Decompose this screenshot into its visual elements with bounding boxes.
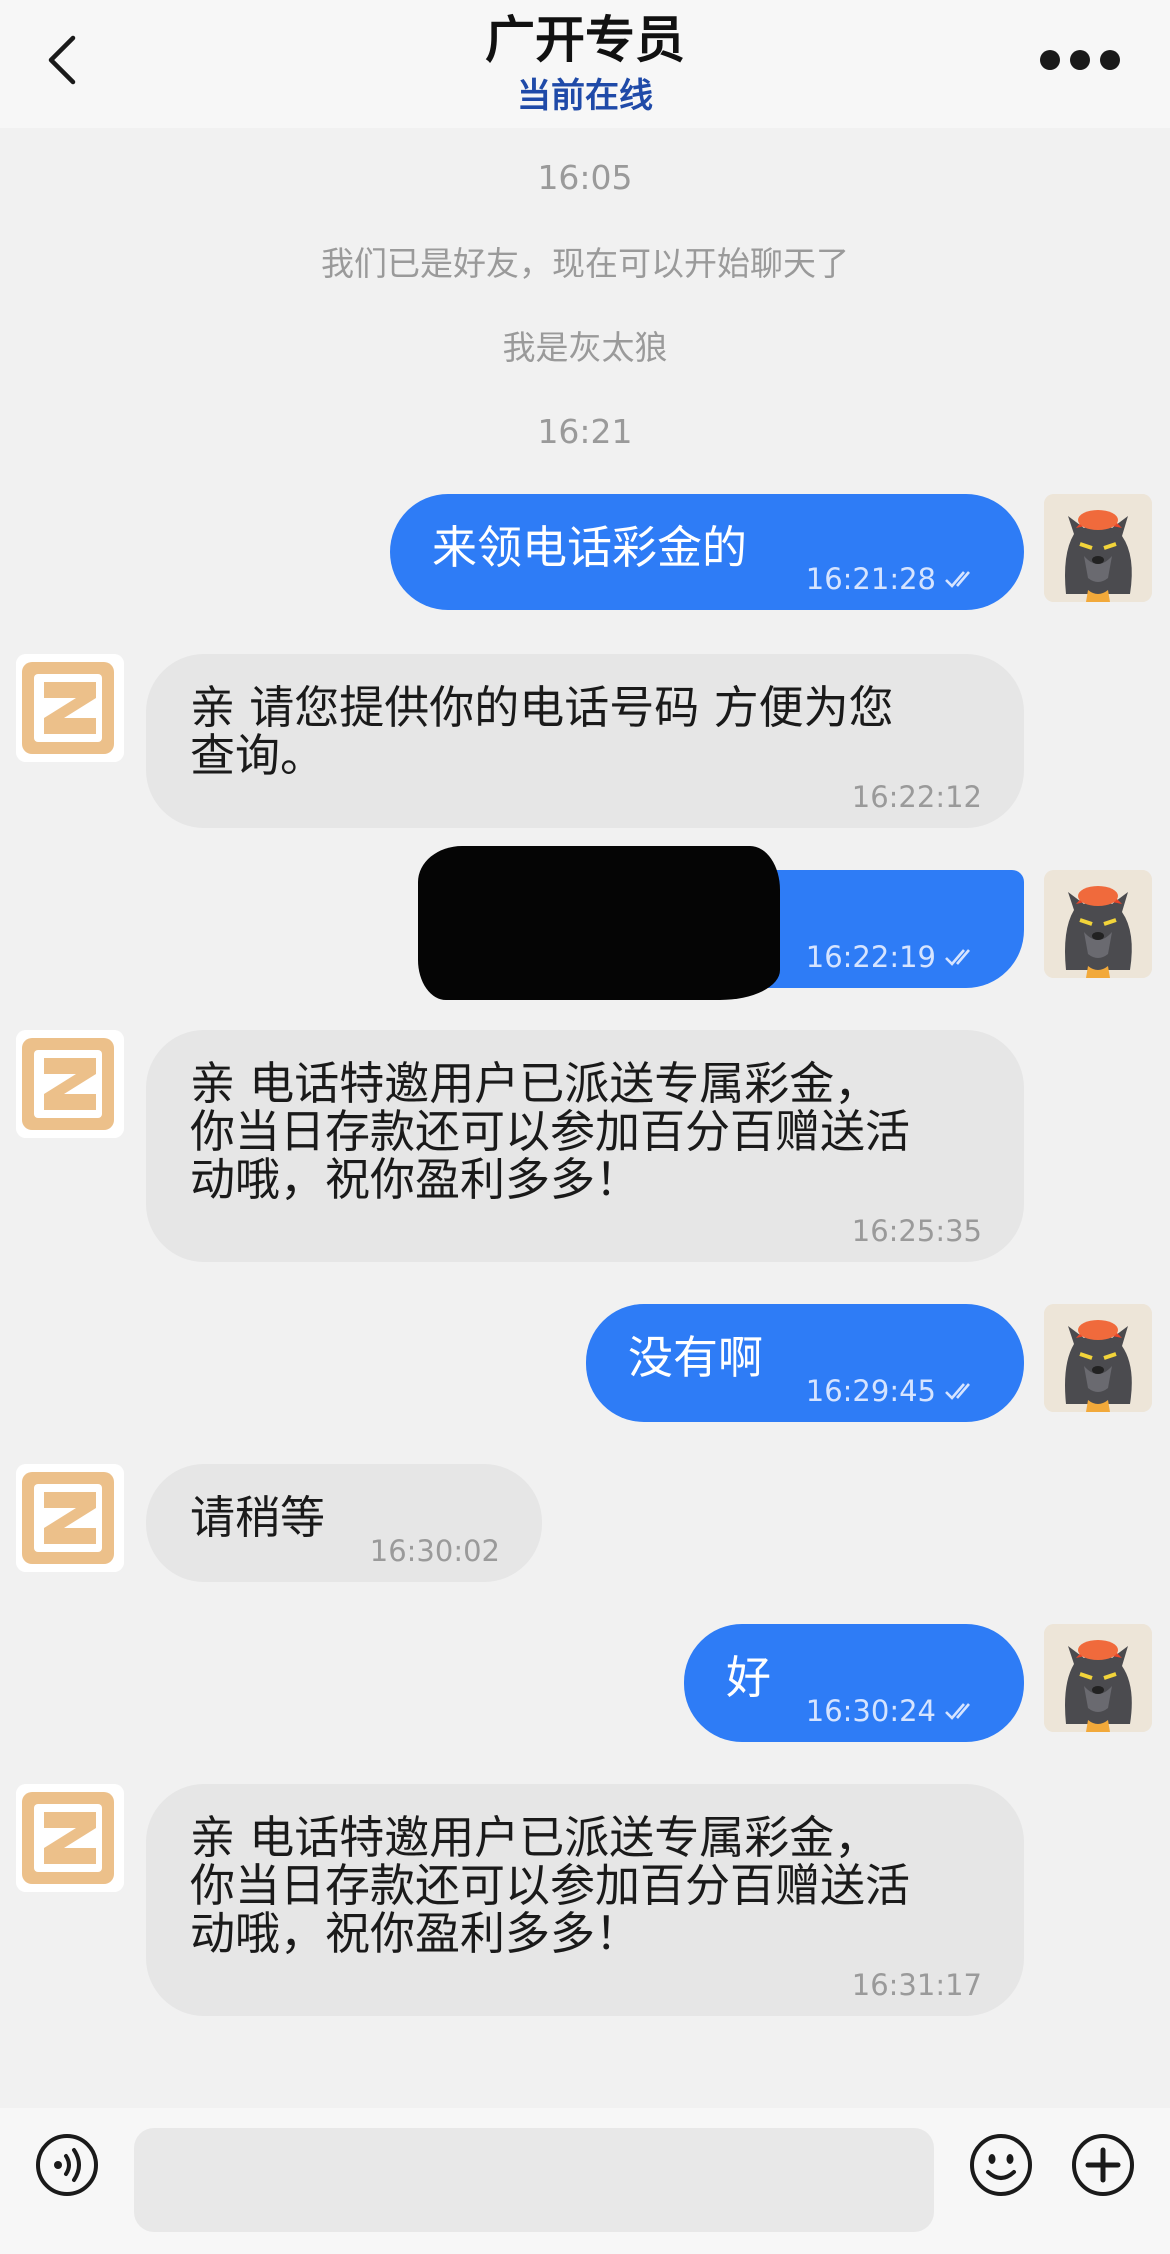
message-meta: 16:30:02 xyxy=(370,1534,500,1568)
message-bubble-outgoing[interactable]: 来领电话彩金的 16:21:28 xyxy=(390,494,1024,610)
message-meta: 16:21:28 xyxy=(806,562,978,596)
voice-icon xyxy=(36,2134,98,2196)
message-time: 16:30:24 xyxy=(805,1694,936,1728)
message-text: 亲 电话特邀用户已派送专属彩金， 你当日存款还可以参加百分百赠送活 动哦，祝你盈… xyxy=(190,1057,911,1206)
system-notice: 我们已是好友，现在可以开始聊天了 xyxy=(321,244,849,283)
plus-button[interactable] xyxy=(1068,2130,1138,2200)
emoji-button[interactable] xyxy=(966,2130,1036,2200)
more-options-button[interactable] xyxy=(1040,46,1120,74)
message-bubble-incoming[interactable]: 亲 电话特邀用户已派送专属彩金， 你当日存款还可以参加百分百赠送活 动哦，祝你盈… xyxy=(146,1030,1024,1262)
double-check-icon xyxy=(945,1703,970,1720)
message-text: 亲 请您提供你的电话号码 方便为您 查询。 xyxy=(190,681,894,782)
user-avatar[interactable] xyxy=(1044,1304,1152,1412)
message-meta: 16:22:19 xyxy=(806,940,978,974)
emoji-icon xyxy=(970,2134,1032,2196)
message-meta: 16:29:45 xyxy=(806,1374,978,1408)
more-icon xyxy=(1040,50,1060,70)
agent-avatar[interactable] xyxy=(16,654,124,762)
message-meta: 16:30:24 xyxy=(806,1694,978,1728)
agent-avatar[interactable] xyxy=(16,1784,124,1892)
message-bubble-incoming[interactable]: 亲 请您提供你的电话号码 方便为您 查询。 16:22:12 xyxy=(146,654,1024,828)
wolf-avatar-icon xyxy=(1044,1304,1152,1412)
brand-logo-icon xyxy=(16,1784,124,1892)
double-check-icon xyxy=(945,949,970,966)
system-notice: 我是灰太狼 xyxy=(502,328,668,367)
message-time: 16:25:35 xyxy=(851,1214,982,1248)
brand-logo-icon xyxy=(16,1464,124,1572)
message-meta: 16:25:35 xyxy=(852,1214,982,1248)
user-avatar[interactable] xyxy=(1044,870,1152,978)
redaction-mark xyxy=(418,846,780,1000)
message-bubble-outgoing[interactable]: 好 16:30:24 xyxy=(684,1624,1024,1742)
plus-icon xyxy=(1072,2134,1134,2196)
wolf-avatar-icon xyxy=(1044,1624,1152,1732)
message-time: 16:30:02 xyxy=(369,1534,500,1568)
message-meta: 16:22:12 xyxy=(852,780,982,814)
voice-button[interactable] xyxy=(32,2130,102,2200)
message-text: 亲 电话特邀用户已派送专属彩金， 你当日存款还可以参加百分百赠送活 动哦，祝你盈… xyxy=(190,1811,911,1960)
message-time: 16:22:19 xyxy=(805,940,936,974)
message-time: 16:22:12 xyxy=(851,780,982,814)
brand-logo-icon xyxy=(16,654,124,762)
chat-title: 广开专员 xyxy=(485,11,685,69)
online-status: 当前在线 xyxy=(517,76,653,116)
message-bubble-outgoing[interactable]: 没有啊 16:29:45 xyxy=(586,1304,1024,1422)
agent-avatar[interactable] xyxy=(16,1030,124,1138)
message-time: 16:29:45 xyxy=(805,1374,936,1408)
message-text: 好 xyxy=(726,1651,772,1704)
message-time: 16:31:17 xyxy=(851,1968,982,2002)
message-meta: 16:31:17 xyxy=(852,1968,982,2002)
message-bubble-incoming[interactable]: 请稍等 16:30:02 xyxy=(146,1464,542,1582)
message-text: 没有啊 xyxy=(628,1331,764,1384)
system-timestamp: 16:21 xyxy=(537,412,633,451)
message-bubble-incoming[interactable]: 亲 电话特邀用户已派送专属彩金， 你当日存款还可以参加百分百赠送活 动哦，祝你盈… xyxy=(146,1784,1024,2016)
message-text: 来领电话彩金的 xyxy=(432,521,748,574)
message-time: 16:21:28 xyxy=(805,562,936,596)
double-check-icon xyxy=(945,1383,970,1400)
message-input[interactable] xyxy=(134,2128,934,2232)
wolf-avatar-icon xyxy=(1044,494,1152,602)
chat-header: 广开专员 当前在线 xyxy=(0,0,1170,128)
system-timestamp: 16:05 xyxy=(537,158,633,197)
user-avatar[interactable] xyxy=(1044,1624,1152,1732)
brand-logo-icon xyxy=(16,1030,124,1138)
double-check-icon xyxy=(945,571,970,588)
user-avatar[interactable] xyxy=(1044,494,1152,602)
wolf-avatar-icon xyxy=(1044,870,1152,978)
agent-avatar[interactable] xyxy=(16,1464,124,1572)
